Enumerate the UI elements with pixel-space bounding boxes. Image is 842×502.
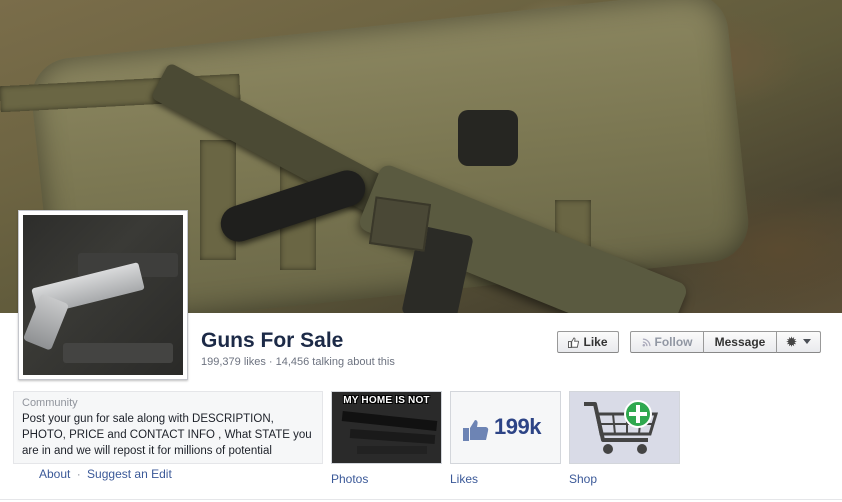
page-category: Community bbox=[22, 397, 78, 409]
photo-rifle bbox=[349, 429, 436, 444]
settings-dropdown-button[interactable]: ✹ bbox=[776, 331, 821, 353]
link-separator: · bbox=[76, 467, 81, 481]
photo-rifle bbox=[357, 446, 427, 454]
rss-icon bbox=[642, 337, 651, 346]
shop-tile[interactable] bbox=[569, 391, 680, 464]
photos-tile[interactable]: MY HOME IS NOT bbox=[331, 391, 442, 464]
follow-button[interactable]: Follow bbox=[630, 331, 704, 353]
likes-count: 199k bbox=[494, 414, 541, 439]
cover-strap bbox=[200, 140, 236, 260]
suggest-edit-link[interactable]: Suggest an Edit bbox=[87, 467, 172, 481]
pistol-bottom bbox=[63, 343, 173, 363]
like-button[interactable]: Like bbox=[557, 331, 619, 353]
thumbs-up-icon bbox=[463, 420, 489, 441]
thumbs-up-icon bbox=[568, 336, 580, 348]
about-links: About · Suggest an Edit bbox=[39, 467, 172, 481]
about-link[interactable]: About bbox=[39, 467, 70, 481]
about-box: Community Post your gun for sale along w… bbox=[13, 391, 323, 464]
divider bbox=[0, 499, 842, 500]
likes-label[interactable]: Likes bbox=[450, 472, 478, 486]
page-stats: 199,379 likes · 14,456 talking about thi… bbox=[201, 356, 395, 368]
photo-caption: MY HOME IS NOT bbox=[343, 395, 430, 406]
page-title[interactable]: Guns For Sale bbox=[201, 329, 343, 353]
gear-icon: ✹ bbox=[786, 335, 797, 349]
pistol-silver-grip bbox=[23, 293, 70, 351]
likes-tile[interactable]: 199k bbox=[450, 391, 561, 464]
profile-image bbox=[23, 215, 183, 375]
like-button-label: Like bbox=[583, 335, 608, 349]
page-description: Post your gun for sale along with DESCRI… bbox=[22, 413, 312, 457]
message-button-label: Message bbox=[714, 335, 766, 349]
message-button[interactable]: Message bbox=[703, 331, 777, 353]
photos-label[interactable]: Photos bbox=[331, 472, 368, 486]
follow-button-label: Follow bbox=[654, 335, 693, 349]
profile-picture[interactable] bbox=[18, 210, 188, 380]
shop-label[interactable]: Shop bbox=[569, 472, 597, 486]
caret-down-icon bbox=[802, 339, 811, 344]
plus-icon bbox=[624, 400, 652, 428]
cover-optic bbox=[458, 110, 518, 166]
photo-rifle bbox=[341, 411, 438, 431]
cover-flag-patch bbox=[368, 196, 432, 252]
